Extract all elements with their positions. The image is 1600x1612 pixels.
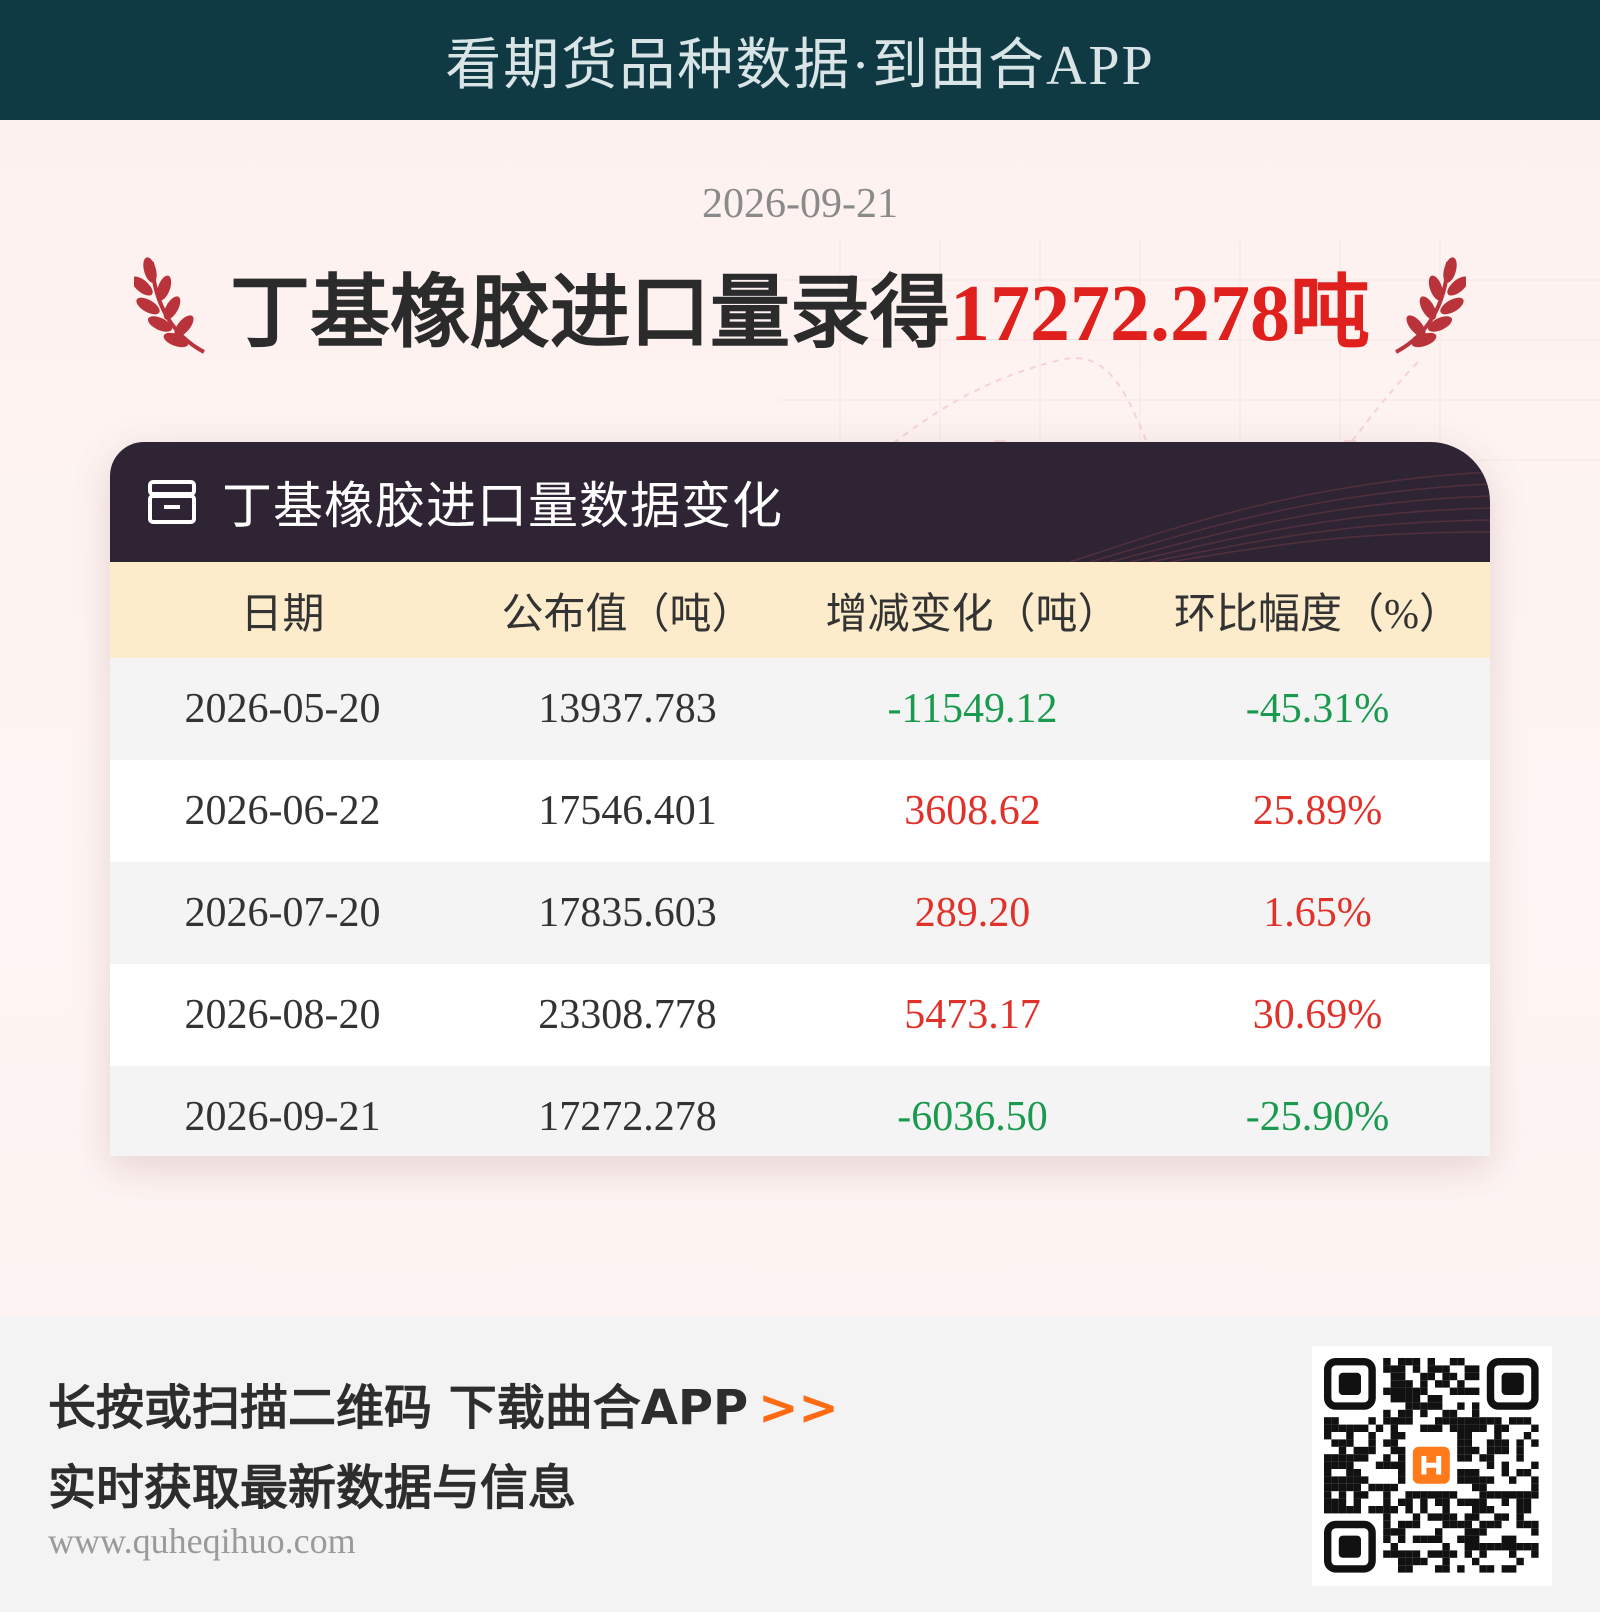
headline: 丁基橡胶进口量录得17272.278吨 [0,248,1600,364]
table-row: 2026-09-21 17272.278 -6036.50 -25.90% [110,1066,1490,1156]
header-wave-decoration [1070,471,1490,562]
cell-pct: 30.69% [1145,964,1490,1066]
cell-change: 5473.17 [800,964,1145,1066]
laurel-right-icon [1395,257,1466,354]
banner-text: 看期货品种数据·到曲合APP [445,34,1155,97]
card-header: 丁基橡胶进口量数据变化 [110,442,1490,562]
headline-text: 丁基橡胶进口量录得17272.278吨 [230,248,1370,364]
column-header: 增减变化（吨） [800,562,1145,658]
column-header: 环比幅度（%） [1145,562,1490,658]
cell-date: 2026-06-22 [110,760,455,862]
download-prompt: 长按或扫描二维码 下载曲合APP >> [48,1368,839,1438]
cell-pct: -25.90% [1145,1066,1490,1156]
cell-pct: 25.89% [1145,760,1490,862]
cell-date: 2026-07-20 [110,862,455,964]
download-prompt-text: 长按或扫描二维码 下载曲合APP [48,1380,749,1436]
qr-code-icon [1323,1357,1539,1573]
cell-date: 2026-09-21 [110,1066,455,1156]
cell-change: -11549.12 [800,658,1145,760]
data-card: 丁基橡胶进口量数据变化 日期 公布值（吨） 增减变化（吨） 环比幅度（%） 20 [110,442,1490,1156]
cell-value: 17546.401 [455,760,800,862]
cell-value: 23308.778 [455,964,800,1066]
cell-pct: 1.65% [1145,862,1490,964]
cell-change: 289.20 [800,862,1145,964]
table-row: 2026-08-20 23308.778 5473.17 30.69% [110,964,1490,1066]
column-header: 公布值（吨） [455,562,800,658]
cell-pct: -45.31% [1145,658,1490,760]
column-header: 日期 [110,562,455,658]
table-row: 2026-06-22 17546.401 3608.62 25.89% [110,760,1490,862]
cell-date: 2026-05-20 [110,658,455,760]
laurel-left-icon [134,257,205,354]
cell-change: 3608.62 [800,760,1145,862]
qr-code[interactable] [1312,1346,1552,1586]
tagline: 实时获取最新数据与信息 [48,1460,577,1516]
table-row: 2026-05-20 13937.783 -11549.12 -45.31% [110,658,1490,760]
headline-value: 17272.278吨 [950,270,1370,358]
arrow-icon: >> [758,1380,839,1436]
archive-box-icon [148,480,196,524]
cell-value: 17272.278 [455,1066,800,1156]
cell-date: 2026-08-20 [110,964,455,1066]
report-date: 2026-09-21 [702,181,898,227]
cell-value: 13937.783 [455,658,800,760]
headline-prefix: 丁基橡胶进口量录得 [230,270,950,358]
top-banner: 看期货品种数据·到曲合APP [0,0,1600,120]
cell-value: 17835.603 [455,862,800,964]
data-table: 日期 公布值（吨） 增减变化（吨） 环比幅度（%） 2026-05-20 139… [110,562,1490,1156]
table-header-row: 日期 公布值（吨） 增减变化（吨） 环比幅度（%） [110,562,1490,658]
cell-change: -6036.50 [800,1066,1145,1156]
table-row: 2026-07-20 17835.603 289.20 1.65% [110,862,1490,964]
website-url[interactable]: www.quheqihuo.com [48,1520,356,1562]
card-title: 丁基橡胶进口量数据变化 [222,478,783,534]
